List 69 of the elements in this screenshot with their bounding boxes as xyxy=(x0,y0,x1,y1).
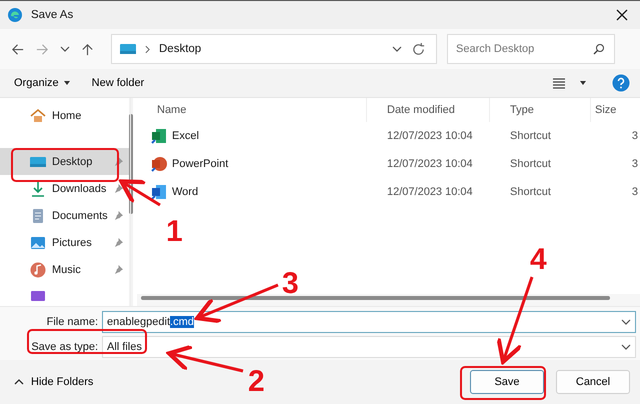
column-header[interactable]: Size xyxy=(591,98,640,122)
spreadsheet-shortcut-icon xyxy=(151,128,167,144)
music-icon xyxy=(30,262,46,278)
annotation-arrow xyxy=(119,179,161,206)
search-field[interactable]: Search Desktop xyxy=(447,34,615,64)
scrollbar[interactable] xyxy=(128,98,133,306)
cancel-button[interactable]: Cancel xyxy=(556,370,630,394)
chevron-down-icon[interactable] xyxy=(621,319,631,325)
download-icon xyxy=(30,180,46,196)
address-location[interactable]: Desktop xyxy=(159,43,202,55)
date-cell-text: 12/07/2023 10:04 xyxy=(386,186,474,198)
picture-icon xyxy=(30,234,46,250)
back-arrow-icon[interactable] xyxy=(10,42,25,56)
sidebar-item[interactable]: Documents xyxy=(0,202,129,229)
file-row[interactable]: PowerPoint 12/07/2023 10:04 Shortcut 3 xyxy=(137,150,640,178)
date-cell-text: 12/07/2023 10:04 xyxy=(386,158,474,170)
column-header[interactable]: Name xyxy=(137,98,367,122)
view-list-icon[interactable] xyxy=(552,77,566,89)
size-cell-text: 3 xyxy=(630,186,639,198)
step-number: 4 xyxy=(530,243,547,276)
chevron-down-icon[interactable] xyxy=(392,46,402,52)
date-cell-text: 12/07/2023 10:04 xyxy=(386,130,474,142)
chevron-down-icon[interactable] xyxy=(621,344,631,350)
type-cell-text: Shortcut xyxy=(509,158,552,170)
file-name: PowerPoint xyxy=(172,158,228,170)
breadcrumb-chevron-icon xyxy=(145,44,150,54)
size-cell-text: 3 xyxy=(630,130,639,142)
view-dropdown-icon[interactable] xyxy=(580,81,586,85)
close-icon[interactable] xyxy=(616,9,628,21)
type-cell-text: Shortcut xyxy=(509,130,552,142)
presentation-shortcut-icon xyxy=(151,156,167,172)
home-icon xyxy=(30,108,46,124)
column-header[interactable]: Type xyxy=(490,98,591,122)
document-shortcut-icon xyxy=(151,184,167,200)
hide-folders-button[interactable]: Hide Folders xyxy=(8,375,100,389)
search-icon xyxy=(593,43,605,55)
column-header[interactable]: Date modified xyxy=(367,98,490,122)
caret-up-icon xyxy=(14,379,24,385)
desktop-folder-icon xyxy=(120,41,136,57)
save-button[interactable]: Save xyxy=(470,370,544,394)
help-icon[interactable] xyxy=(612,74,630,92)
scrollbar[interactable] xyxy=(137,294,640,306)
refresh-icon[interactable] xyxy=(411,42,426,56)
sidebar-item[interactable]: Downloads xyxy=(0,175,129,202)
document-icon xyxy=(30,208,46,224)
file-name-field[interactable]: enablegpedit.cmd xyxy=(102,311,636,333)
file-name: Excel xyxy=(172,130,199,142)
step-number: 2 xyxy=(248,365,265,398)
chevron-down-icon[interactable] xyxy=(60,46,70,52)
sidebar-item[interactable]: Music xyxy=(0,256,129,283)
step-number: 1 xyxy=(166,215,183,248)
field-label: File name: xyxy=(46,316,99,328)
sidebar-item[interactable]: Home xyxy=(0,102,129,129)
step-number: 3 xyxy=(282,267,299,300)
sidebar-item[interactable]: Pictures xyxy=(0,229,129,256)
browser-logo-icon xyxy=(7,7,23,23)
up-arrow-icon[interactable] xyxy=(80,42,95,56)
size-cell-text: 3 xyxy=(630,158,639,170)
window-title: Save As xyxy=(31,9,74,21)
address-bar[interactable]: Desktop xyxy=(111,34,437,64)
file-row[interactable]: Word 12/07/2023 10:04 Shortcut 3 xyxy=(137,178,640,206)
organize-menu[interactable]: Organize xyxy=(6,73,78,93)
file-name: Word xyxy=(172,186,198,198)
type-cell-text: Shortcut xyxy=(509,186,552,198)
field-label: Save as type: xyxy=(30,341,99,353)
save-type-dropdown[interactable]: All files xyxy=(102,336,636,358)
sidebar-item[interactable]: Desktop xyxy=(0,148,129,175)
file-row[interactable]: Excel 12/07/2023 10:04 Shortcut 3 xyxy=(137,122,640,150)
new-folder-button[interactable]: New folder xyxy=(84,73,152,93)
